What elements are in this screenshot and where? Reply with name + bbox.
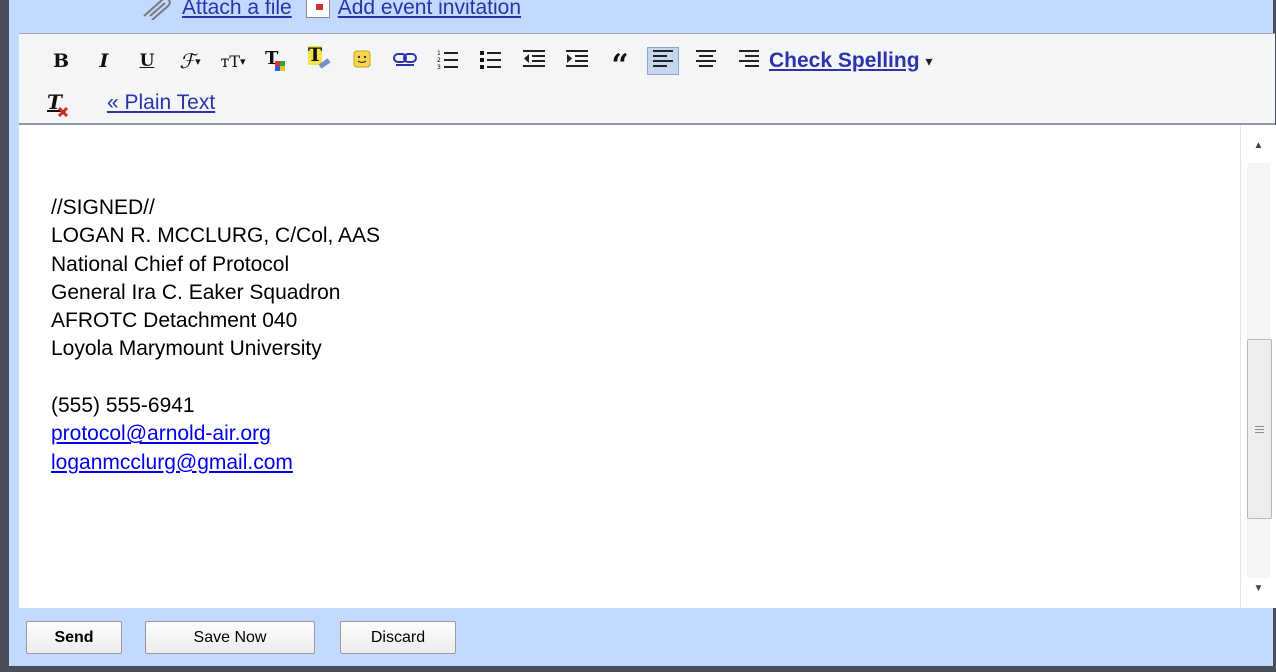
bold-icon: B	[52, 50, 70, 72]
signature-line: Loyola Marymount University	[51, 337, 322, 361]
align-left-button[interactable]	[647, 47, 679, 75]
window-frame-bottom	[0, 666, 1276, 672]
signature-line: General Ira C. Eaker Squadron	[51, 280, 341, 304]
underline-icon: U	[139, 51, 155, 71]
signature-block: //SIGNED// LOGAN R. MCCLURG, C/Col, AAS …	[51, 194, 380, 477]
quote-button[interactable]: “	[604, 47, 636, 81]
bulleted-list-icon	[480, 49, 502, 73]
check-spelling-dropdown-arrow[interactable]: ▾	[926, 53, 933, 70]
phone-number: (555) 555-6941	[51, 394, 195, 418]
grip-icon	[1255, 425, 1264, 433]
email-link-personal[interactable]: loganmcclurg@gmail.com	[51, 451, 293, 474]
compose-editor: B I U ℱ ▾ тT ▾ T T 1 2 3 “ Check Spellin…	[19, 33, 1276, 608]
align-center-button[interactable]	[690, 47, 722, 75]
text-color-button[interactable]: T	[260, 47, 292, 75]
signature-line: LOGAN R. MCCLURG, C/Col, AAS	[51, 224, 381, 248]
formatting-toolbar: B I U ℱ ▾ тT ▾ T T 1 2 3 “ Check Spellin…	[19, 34, 1275, 125]
attachment-row: Attach a file Add event invitation	[140, 0, 521, 25]
numbered-list-button[interactable]: 1 2 3	[432, 47, 464, 75]
save-now-button[interactable]: Save Now	[145, 621, 315, 654]
check-spelling-link[interactable]: Check Spelling	[769, 49, 920, 73]
vertical-scrollbar[interactable]: ▲ ▼	[1240, 125, 1276, 608]
indent-less-button[interactable]	[518, 47, 550, 75]
remove-formatting-button[interactable]: T	[45, 89, 71, 118]
signature-line: //SIGNED//	[51, 196, 155, 219]
signature-line: National Chief of Protocol	[51, 252, 290, 276]
numbered-list-icon: 1 2 3	[437, 49, 459, 73]
font-size-button[interactable]: тT ▾	[217, 47, 249, 75]
scrollbar-thumb[interactable]	[1247, 339, 1272, 519]
align-left-icon	[653, 50, 673, 72]
indent-more-button[interactable]	[561, 47, 593, 75]
svg-text:1: 1	[437, 50, 441, 57]
align-center-icon	[696, 50, 716, 72]
attach-file-link[interactable]: Attach a file	[182, 0, 292, 20]
highlight-icon: T	[306, 46, 332, 73]
link-icon	[393, 51, 417, 71]
italic-button[interactable]: I	[88, 47, 120, 75]
align-right-button[interactable]	[733, 47, 765, 75]
scroll-up-arrow-icon[interactable]: ▲	[1241, 135, 1276, 155]
plain-text-link[interactable]: « Plain Text	[107, 91, 215, 115]
remove-formatting-icon: T	[45, 90, 71, 121]
bulleted-list-button[interactable]	[475, 47, 507, 75]
bold-button[interactable]: B	[45, 47, 77, 75]
calendar-icon	[305, 0, 330, 18]
font-icon: ℱ	[179, 49, 196, 73]
scroll-down-arrow-icon[interactable]: ▼	[1241, 578, 1276, 598]
font-size-icon: тT	[220, 51, 240, 71]
quote-icon: “	[611, 48, 629, 83]
font-button[interactable]: ℱ ▾	[174, 47, 206, 75]
paperclip-icon	[140, 0, 174, 21]
align-right-icon	[739, 50, 759, 72]
italic-icon: I	[99, 50, 109, 72]
window-frame-left	[0, 0, 9, 672]
emoticon-button[interactable]	[346, 47, 378, 75]
indent-less-icon	[523, 50, 545, 72]
email-link-protocol[interactable]: protocol@arnold-air.org	[51, 422, 271, 445]
discard-button[interactable]: Discard	[340, 621, 456, 654]
highlight-button[interactable]: T	[303, 46, 335, 75]
svg-text:2: 2	[437, 57, 441, 64]
send-button[interactable]: Send	[26, 621, 122, 654]
signature-line: AFROTC Detachment 040	[51, 309, 298, 333]
text-color-icon: T	[264, 48, 288, 72]
svg-text:3: 3	[437, 64, 441, 69]
add-event-invitation-link[interactable]: Add event invitation	[338, 0, 521, 20]
underline-button[interactable]: U	[131, 47, 163, 75]
insert-link-button[interactable]	[389, 47, 421, 75]
indent-more-icon	[566, 50, 588, 72]
message-body[interactable]: //SIGNED// LOGAN R. MCCLURG, C/Col, AAS …	[19, 125, 1276, 608]
smiley-icon	[353, 50, 371, 72]
